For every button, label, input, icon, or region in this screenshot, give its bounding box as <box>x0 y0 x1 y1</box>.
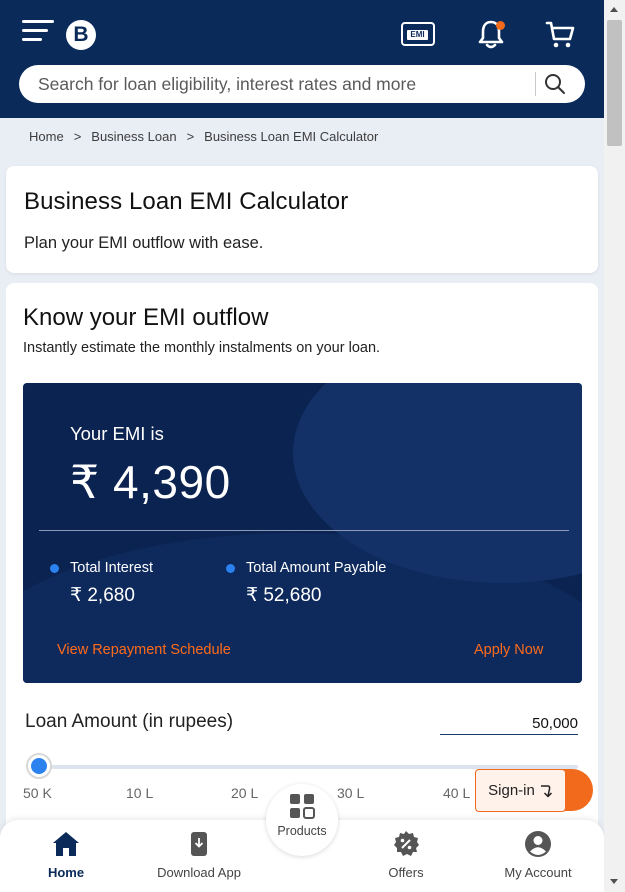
nav-products-label: Products <box>277 824 327 838</box>
scroll-up-arrow[interactable] <box>610 7 618 12</box>
emi-value: ₹ 4,390 <box>70 456 231 508</box>
nav-offers[interactable]: Offers <box>378 820 434 892</box>
offers-badge-icon <box>392 830 420 858</box>
breadcrumb-home[interactable]: Home <box>29 129 64 144</box>
phone-download-icon <box>185 830 213 858</box>
calculator-title: Know your EMI outflow <box>23 304 269 331</box>
scrollbar-thumb[interactable] <box>607 20 622 146</box>
search-divider <box>535 72 536 96</box>
signin-label: Sign-in <box>488 782 535 799</box>
nav-my-account[interactable]: My Account <box>498 820 578 892</box>
nav-offers-label: Offers <box>388 865 424 880</box>
signin-button[interactable]: Sign-in <box>475 769 566 812</box>
nav-account-label: My Account <box>504 865 572 880</box>
emi-calculator-icon[interactable]: EMI <box>398 16 438 52</box>
signin-widget[interactable]: Sign-in <box>475 769 593 812</box>
total-interest-value: ₹ 2,680 <box>70 585 135 606</box>
app-header: B EMI <box>0 0 604 118</box>
page-subtitle: Plan your EMI outflow with ease. <box>24 234 264 252</box>
breadcrumb-separator: > <box>186 129 195 144</box>
slider-tick: 40 L <box>443 785 471 801</box>
view-repayment-schedule-link[interactable]: View Repayment Schedule <box>57 642 231 658</box>
arrow-icon <box>540 784 552 798</box>
cart-icon[interactable] <box>540 16 580 52</box>
breadcrumb: Home > Business Loan > Business Loan EMI… <box>29 129 378 144</box>
nav-home[interactable]: Home <box>40 820 92 892</box>
emi-label: Your EMI is <box>70 423 164 444</box>
brand-logo[interactable]: B <box>66 20 96 50</box>
loan-amount-label: Loan Amount (in rupees) <box>25 711 234 732</box>
search-bar <box>19 65 585 103</box>
nav-download-label: Download App <box>157 865 241 880</box>
legend-dot <box>226 564 235 573</box>
nav-home-label: Home <box>47 865 85 880</box>
emi-result-panel: Your EMI is ₹ 4,390 Total Interest ₹ 2,6… <box>23 383 582 683</box>
apply-now-link[interactable]: Apply Now <box>474 642 543 658</box>
slider-tick: 30 L <box>337 785 365 801</box>
search-input[interactable] <box>19 66 534 102</box>
intro-card: Business Loan EMI Calculator Plan your E… <box>6 166 598 273</box>
emi-icon-text: EMI <box>407 30 428 40</box>
total-payable-label: Total Amount Payable <box>246 560 387 576</box>
bell-icon[interactable] <box>471 16 511 52</box>
scrollbar[interactable] <box>604 0 625 892</box>
menu-icon[interactable] <box>22 18 56 44</box>
nav-products[interactable]: Products <box>266 784 338 856</box>
calculator-subtitle: Instantly estimate the monthly instalmen… <box>23 340 381 356</box>
scroll-down-arrow[interactable] <box>610 879 618 884</box>
breadcrumb-separator: > <box>73 129 82 144</box>
legend-dot <box>50 564 59 573</box>
breadcrumb-current: Business Loan EMI Calculator <box>204 129 379 144</box>
loan-amount-input[interactable] <box>440 713 578 735</box>
loan-amount-slider-thumb[interactable] <box>26 753 52 779</box>
divider <box>39 530 569 531</box>
notification-dot <box>496 21 505 30</box>
total-payable-value: ₹ 52,680 <box>246 585 322 606</box>
slider-tick: 20 L <box>231 785 259 801</box>
user-icon <box>524 830 552 858</box>
search-icon[interactable] <box>543 72 567 96</box>
breadcrumb-business-loan[interactable]: Business Loan <box>91 129 176 144</box>
page-title: Business Loan EMI Calculator <box>24 188 349 215</box>
grid-icon <box>288 792 316 820</box>
total-interest-label: Total Interest <box>70 560 154 576</box>
nav-download-app[interactable]: Download App <box>148 820 250 892</box>
home-icon <box>52 830 80 858</box>
slider-tick: 50 K <box>23 785 52 801</box>
slider-tick: 10 L <box>126 785 154 801</box>
